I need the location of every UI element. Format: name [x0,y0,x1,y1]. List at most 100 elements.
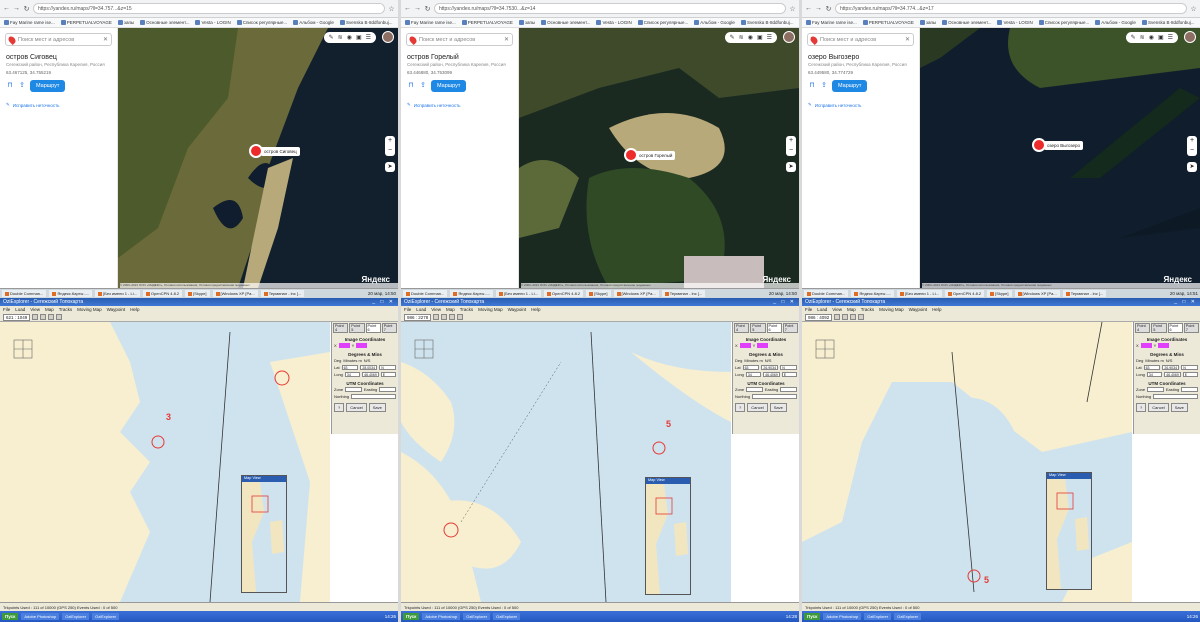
long-hemisphere-select[interactable]: E [1182,372,1198,377]
address-bar[interactable]: https://yandex.ru/maps/?ll=34.774...&z=1… [835,3,1187,14]
menu-item[interactable]: Waypoint [508,307,527,312]
share-icon[interactable]: ⇪ [820,82,828,90]
taskbar-item[interactable]: Яндекс.Карты -... [851,290,895,297]
reload-icon[interactable]: ↻ [23,5,30,13]
bookmark-item[interactable]: Fay Marine rame ise... [405,20,456,25]
cancel-button[interactable]: Cancel [1148,403,1169,412]
point-tab[interactable]: Point 6 [1167,323,1183,333]
reload-icon[interactable]: ↻ [424,5,431,13]
bookmark-item[interactable]: запы [518,20,535,25]
transport-icon[interactable]: ▣ [356,34,362,41]
menu-item[interactable]: Moving Map [478,307,503,312]
menu-item[interactable]: View [832,307,842,312]
zoom-out-icon[interactable]: − [786,146,796,156]
taskbar-item[interactable]: [Skype] [987,290,1012,297]
menu-item[interactable]: Waypoint [107,307,126,312]
lat-hemisphere-select[interactable]: N [1181,365,1198,370]
tool-button[interactable] [32,314,39,320]
window-controls[interactable]: _ □ ✕ [773,299,796,305]
zone-input[interactable] [345,387,362,392]
map-view-thumbnail[interactable] [1047,479,1091,589]
taskbar-item[interactable]: Adobe Photoshop [21,613,60,620]
close-icon[interactable]: ✕ [905,36,910,43]
taskbar-item[interactable]: Терминал - lnc [... [260,290,305,297]
lat-min-input[interactable]: 26.9034 [1162,365,1180,370]
place-marker[interactable]: остров Горелый [624,148,676,162]
zone-input[interactable] [746,387,763,392]
bookmark-item[interactable]: запы [117,20,134,25]
menu-item[interactable]: Help [932,307,941,312]
bookmark-item[interactable]: Vesta - LOGIN [596,20,632,25]
traffic-icon[interactable]: ◉ [347,34,352,41]
route-button[interactable]: Маршрут [30,80,66,92]
map-view-window[interactable]: Map View [241,475,287,593]
bookmark-item[interactable]: Svenska B·8ddfonbuj... [740,20,793,25]
user-avatar[interactable] [783,31,795,43]
taskbar-item[interactable]: Яндекс.Карты -... [450,290,494,297]
bookmark-item[interactable]: Fay Marine rame ise... [806,20,857,25]
map-view-thumbnail[interactable] [646,484,690,594]
bookmark-item[interactable]: Альбом - Google [694,20,735,25]
tool-button[interactable] [858,314,865,320]
taskbar-item[interactable]: [Без имени 1 - Li... [496,290,541,297]
place-coordinates[interactable]: 63.449580, 34.774729 [802,67,919,78]
point-tab[interactable]: Point 7 [782,323,798,333]
northing-input[interactable] [351,394,396,399]
back-icon[interactable]: ← [805,5,812,12]
traffic-icon[interactable]: ◉ [1149,34,1154,41]
bookmark-item[interactable]: Основные элемент... [942,20,991,25]
menu-item[interactable]: File [805,307,812,312]
bookmark-item[interactable]: Fay Marine rame ise... [4,20,55,25]
bookmark-item[interactable]: Альбом - Google [293,20,334,25]
bookmark-icon[interactable]: ⊓ [407,82,415,90]
search-input[interactable]: Поиск мест и адресов ✕ [807,33,914,46]
user-avatar[interactable] [382,31,394,43]
menu-item[interactable]: Moving Map [77,307,102,312]
menu-item[interactable]: Moving Map [879,307,904,312]
menu-item[interactable]: View [30,307,40,312]
route-button[interactable]: Маршрут [431,80,467,92]
back-icon[interactable]: ← [404,5,411,12]
bookmark-item[interactable]: PERPETUALVOYAGE [461,20,513,25]
northing-input[interactable] [1153,394,1198,399]
point-tab[interactable]: Point 7 [1183,323,1199,333]
long-deg-input[interactable]: 34 [1146,372,1163,377]
bookmark-item[interactable]: Svenska B·8ddfonbuj... [1141,20,1194,25]
zoom-out-icon[interactable]: − [1187,146,1197,156]
taskbar-item[interactable]: OziExplorer [493,613,521,620]
transport-icon[interactable]: ▣ [1158,34,1164,41]
place-marker[interactable]: остров Сиговец [249,144,300,158]
tool-button[interactable] [433,314,440,320]
fix-error-link[interactable]: ✎ Исправить неточность [0,94,117,116]
taskbar-item[interactable]: [Windows XP [Pa... [212,290,258,297]
zoom-in-icon[interactable]: + [786,136,796,146]
point-tab[interactable]: Point 5 [1151,323,1167,333]
menu-item[interactable]: Tracks [460,307,473,312]
lat-deg-input[interactable]: 63 [742,365,760,370]
taskbar-item[interactable]: OpenCPN 4.8.2 [944,290,985,297]
ruler-icon[interactable]: ✎ [730,34,735,41]
bookmark-item[interactable]: Список регулярные... [236,20,287,25]
window-controls[interactable]: _ □ ✕ [372,299,395,305]
menu-item[interactable]: Map [446,307,455,312]
bookmark-item[interactable]: Vesta - LOGIN [997,20,1033,25]
taskbar-item[interactable]: [Skype] [586,290,611,297]
point-tab[interactable]: Point 5 [349,323,365,333]
ruler-icon[interactable]: ✎ [1131,34,1136,41]
bookmark-item[interactable]: Vesta - LOGIN [195,20,231,25]
address-bar[interactable]: https://yandex.ru/maps/?ll=34.757...&z=1… [33,3,385,14]
taskbar-item[interactable]: OpenCPN 4.8.2 [543,290,584,297]
map-view-window[interactable]: Map View [1046,472,1092,590]
long-deg-input[interactable]: 34 [344,372,361,377]
menu-item[interactable]: Load [817,307,827,312]
taskbar-item[interactable]: Терминал - lnc [... [661,290,706,297]
point-tab[interactable]: Point 6 [766,323,782,333]
taskbar-item[interactable]: Adobe Photoshop [422,613,461,620]
share-icon[interactable]: ⇪ [419,82,427,90]
tool-button[interactable] [457,314,464,320]
menu-item[interactable]: View [431,307,441,312]
satellite-map[interactable] [920,28,1200,288]
menu-item[interactable]: Map [847,307,856,312]
zone-input[interactable] [1147,387,1164,392]
long-min-input[interactable]: 46.4069 [362,372,379,377]
